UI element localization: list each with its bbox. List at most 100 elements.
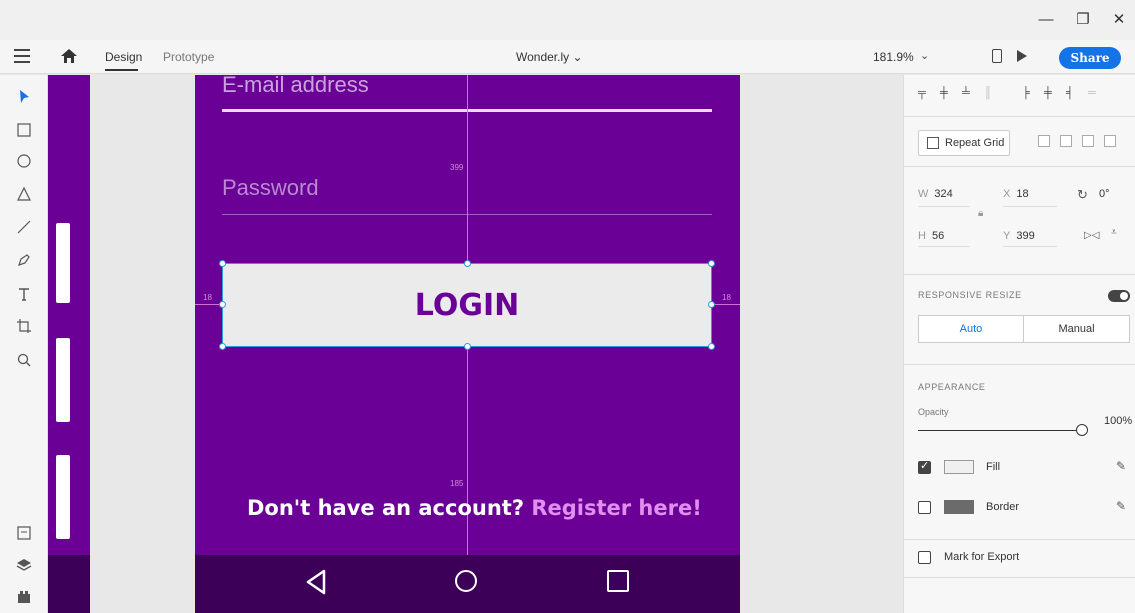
- align-middle-icon[interactable]: ╪: [940, 87, 954, 101]
- zoom-chevron-down-icon[interactable]: ⌄: [920, 49, 929, 62]
- home-circle-icon[interactable]: [455, 570, 477, 592]
- polygon-tool-icon[interactable]: [16, 186, 32, 202]
- distance-label-left: 18: [203, 293, 212, 302]
- home-icon[interactable]: [61, 49, 77, 63]
- rotation-value[interactable]: 0°: [1099, 188, 1110, 200]
- fill-color-swatch[interactable]: [944, 460, 974, 474]
- opacity-slider-track[interactable]: [918, 430, 1078, 431]
- plugins-panel-icon[interactable]: [16, 589, 32, 605]
- exclude-boolean-icon[interactable]: [1104, 135, 1116, 147]
- tab-design[interactable]: Design: [105, 50, 143, 71]
- device-preview-icon[interactable]: [992, 49, 1002, 63]
- flip-horizontal-icon[interactable]: ▷◁: [1084, 230, 1099, 241]
- resize-handle-bottom-right[interactable]: [708, 343, 715, 350]
- lock-aspect-icon[interactable]: 🔒︎: [978, 208, 983, 219]
- align-right-icon[interactable]: ╡: [1066, 87, 1080, 101]
- resize-handle-top-left[interactable]: [219, 260, 226, 267]
- responsive-resize-toggle[interactable]: [1108, 290, 1130, 302]
- distribute-horizontal-icon[interactable]: ═: [1088, 87, 1102, 101]
- border-eyedropper-icon[interactable]: ✎: [1116, 499, 1126, 513]
- register-prompt[interactable]: Don't have an account? Register here!: [247, 496, 702, 520]
- login-artboard[interactable]: E-mail address Password 399 18 18 LOGIN …: [195, 75, 740, 613]
- border-color-swatch[interactable]: [944, 500, 974, 514]
- y-label: Y: [1003, 230, 1011, 242]
- register-link[interactable]: Register here!: [531, 496, 701, 520]
- design-canvas[interactable]: E-mail address Password 399 18 18 LOGIN …: [48, 75, 903, 613]
- y-value[interactable]: 399: [1016, 230, 1034, 242]
- x-underline: [1003, 206, 1057, 207]
- tab-prototype[interactable]: Prototype: [163, 50, 214, 64]
- fill-checkbox[interactable]: [918, 459, 931, 474]
- restore-button[interactable]: ❐: [1071, 10, 1095, 30]
- resize-manual-option[interactable]: Manual: [1024, 316, 1129, 342]
- width-value[interactable]: 324: [934, 188, 952, 200]
- minimize-button[interactable]: —: [1034, 10, 1058, 30]
- document-title-dropdown[interactable]: Wonder.ly ⌄: [516, 50, 583, 64]
- hamburger-menu-icon[interactable]: [14, 49, 30, 63]
- align-left-icon[interactable]: ╞: [1022, 87, 1036, 101]
- add-boolean-icon[interactable]: [1038, 135, 1050, 147]
- align-top-icon[interactable]: ╤: [918, 87, 932, 101]
- close-button[interactable]: ✕: [1107, 10, 1131, 30]
- layers-panel-icon[interactable]: [16, 557, 32, 573]
- y-field[interactable]: Y 399: [1003, 230, 1035, 242]
- rectangle-tool-icon[interactable]: [16, 122, 32, 138]
- resize-handle-top-right[interactable]: [708, 260, 715, 267]
- mark-for-export-checkbox[interactable]: [918, 551, 931, 564]
- property-inspector: ╤ ╪ ╧ ║ ╞ ╪ ╡ ═ Repeat Grid W 324 H 56 🔒︎ …: [903, 75, 1135, 613]
- mark-for-export-label: Mark for Export: [944, 551, 1020, 563]
- ellipse-tool-icon[interactable]: [16, 153, 32, 169]
- recent-apps-square-icon[interactable]: [607, 570, 629, 592]
- border-checkbox[interactable]: [918, 501, 931, 514]
- artboard-tool-icon[interactable]: [16, 318, 32, 334]
- pen-tool-icon[interactable]: [16, 252, 32, 268]
- line-tool-icon[interactable]: [16, 219, 32, 235]
- align-center-icon[interactable]: ╪: [1044, 87, 1058, 101]
- x-field[interactable]: X 18: [1003, 188, 1029, 200]
- opacity-value[interactable]: 100%: [1104, 415, 1132, 427]
- assets-panel-icon[interactable]: [16, 525, 32, 541]
- resize-handle-bottom-left[interactable]: [219, 343, 226, 350]
- fill-eyedropper-icon[interactable]: ✎: [1116, 459, 1126, 473]
- x-value[interactable]: 18: [1016, 188, 1028, 200]
- distance-label-top: 399: [450, 163, 464, 172]
- border-label: Border: [986, 501, 1020, 513]
- distribute-vertical-icon[interactable]: ║: [984, 87, 998, 101]
- password-field-placeholder[interactable]: Password: [222, 175, 319, 201]
- canvas-edge-card: [56, 338, 70, 422]
- export-section: [904, 540, 1135, 578]
- resize-handle-middle-right[interactable]: [708, 301, 715, 308]
- login-button[interactable]: LOGIN: [222, 263, 712, 347]
- text-tool-icon[interactable]: [16, 286, 32, 302]
- height-value[interactable]: 56: [932, 230, 944, 242]
- flip-vertical-icon[interactable]: ⩡: [1111, 227, 1117, 238]
- zoom-tool-icon[interactable]: [16, 352, 32, 368]
- android-nav-bar: [195, 555, 740, 613]
- share-button[interactable]: Share: [1059, 47, 1121, 69]
- resize-handle-top-center[interactable]: [464, 260, 471, 267]
- resize-auto-option[interactable]: Auto: [919, 316, 1024, 342]
- height-field[interactable]: H 56: [918, 230, 944, 242]
- tab-design-label: Design: [105, 50, 143, 64]
- zoom-level[interactable]: 181.9%: [873, 50, 914, 64]
- appearance-label: APPEARANCE: [918, 382, 986, 392]
- opacity-slider-knob[interactable]: [1076, 424, 1088, 436]
- resize-handle-middle-left[interactable]: [219, 301, 226, 308]
- login-button-label: LOGIN: [414, 288, 520, 323]
- subtract-boolean-icon[interactable]: [1060, 135, 1072, 147]
- width-underline: [918, 206, 970, 207]
- width-field[interactable]: W 324: [918, 188, 953, 200]
- email-field-placeholder[interactable]: E-mail address: [222, 75, 369, 98]
- adjacent-artboard-navbar: [48, 555, 90, 613]
- play-preview-icon[interactable]: [1017, 50, 1027, 62]
- width-label: W: [918, 188, 929, 200]
- rotate-icon[interactable]: ↻: [1077, 187, 1088, 203]
- rotation-field[interactable]: 0°: [1093, 188, 1110, 200]
- distance-label-bottom: 185: [450, 479, 464, 488]
- intersect-boolean-icon[interactable]: [1082, 135, 1094, 147]
- resize-handle-bottom-center[interactable]: [464, 343, 471, 350]
- select-tool-icon[interactable]: [16, 89, 32, 105]
- back-triangle-icon[interactable]: [305, 569, 327, 595]
- repeat-grid-button[interactable]: Repeat Grid: [918, 130, 1010, 156]
- align-bottom-icon[interactable]: ╧: [962, 87, 976, 101]
